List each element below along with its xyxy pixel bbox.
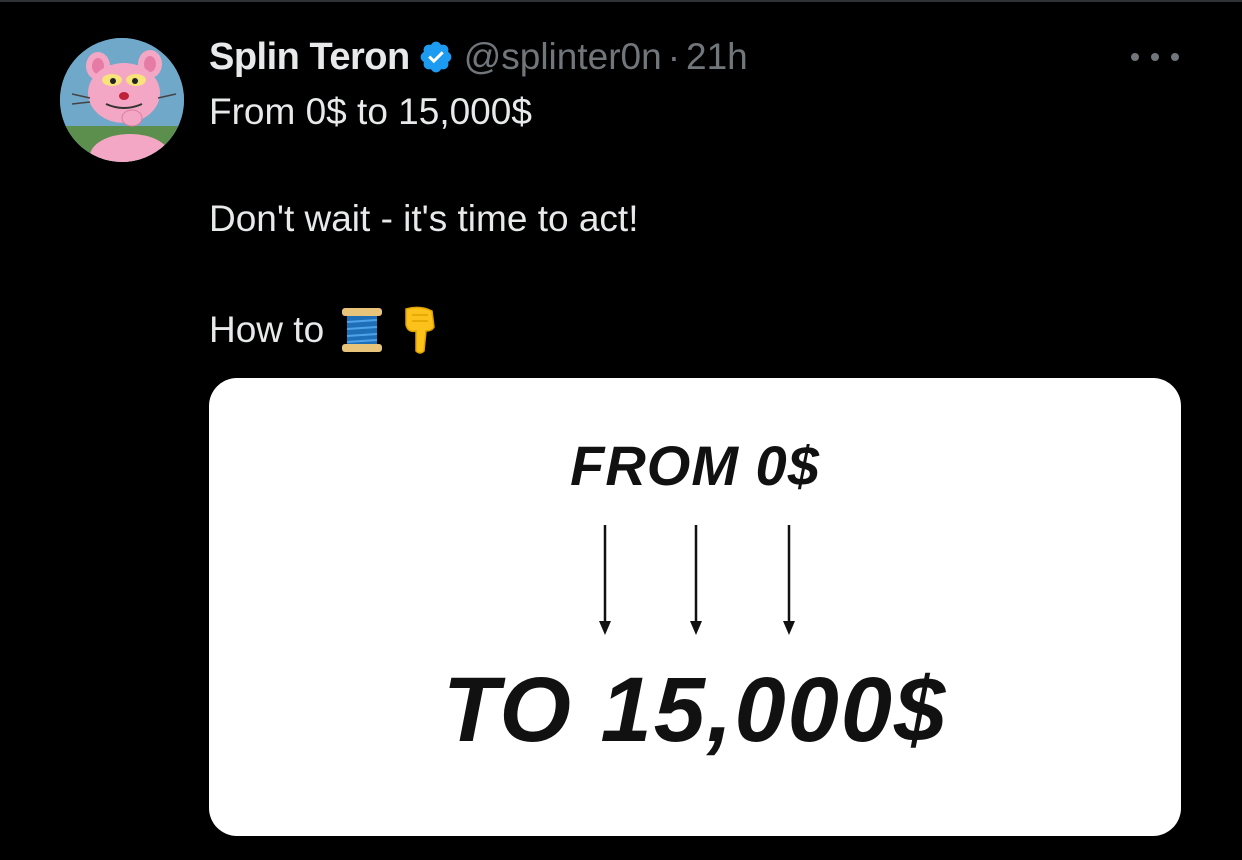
media-top-text: FROM 0$ [570,434,820,497]
media-bottom-text: TO 15,000$ [442,659,948,761]
avatar[interactable] [60,38,184,162]
how-to-text: How to [209,309,325,350]
down-arrows-icon [599,525,795,635]
more-options-button[interactable] [1131,44,1179,70]
separator-dot: · [667,36,681,77]
pink-panther-avatar-icon [60,38,184,162]
tweet-text-line: How to [209,305,440,355]
pointing-down-hand-icon [405,306,435,354]
more-dot-icon [1131,53,1139,61]
more-dot-icon [1151,53,1159,61]
more-dot-icon [1171,53,1179,61]
tweet-text-line: From 0$ to 15,000$ [209,91,532,132]
user-handle[interactable]: @splinter0n [464,36,662,78]
tweet-text-line: Don't wait - it's time to act! [209,198,639,239]
thread-spool-icon [342,308,383,352]
timestamp[interactable]: 21h [686,36,748,78]
media-card[interactable]: FROM 0$ TO 15,000$ [209,378,1181,836]
display-name[interactable]: Splin Teron [209,36,410,79]
verified-badge-icon [420,41,452,73]
tweet-header: Splin Teron @splinter0n · 21h [209,34,748,80]
top-divider [0,0,1242,2]
